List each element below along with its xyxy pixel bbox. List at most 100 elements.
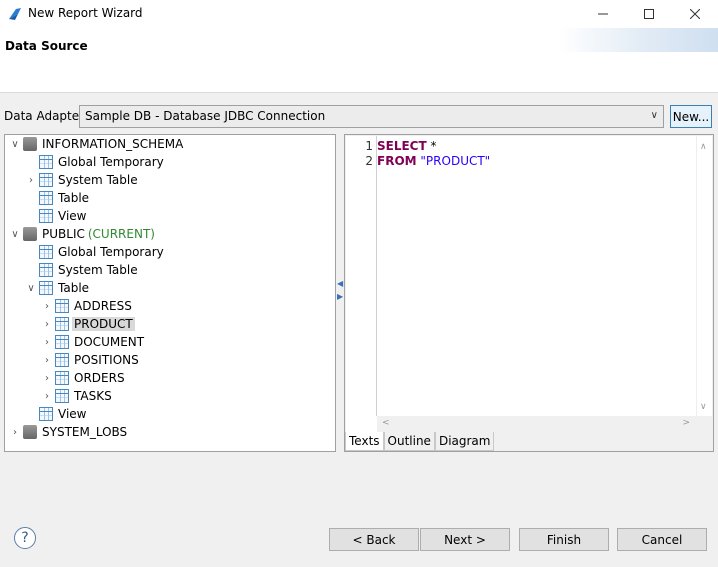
table-icon [55, 335, 69, 349]
tree-item-label: System Table [58, 263, 138, 277]
tree-item-label: System Table [58, 173, 138, 187]
minimize-icon [598, 13, 608, 15]
chevron-down-icon[interactable]: ∨ [9, 229, 21, 240]
tree-item-label: View [58, 209, 87, 223]
code-line: FROM "PRODUCT" [377, 154, 490, 168]
collapse-right-icon[interactable]: ▶ [337, 292, 343, 301]
tab-texts[interactable]: Texts [345, 432, 384, 451]
tree-item-label: INFORMATION_SCHEMA [42, 137, 184, 151]
tree-item[interactable]: View [25, 207, 88, 225]
tree-item-information-schema[interactable]: ∨ INFORMATION_SCHEMA [9, 135, 185, 153]
chevron-right-icon[interactable]: › [25, 175, 37, 186]
chevron-right-icon[interactable]: › [41, 337, 53, 348]
tree-item-label: View [58, 407, 87, 421]
table-row[interactable]: › TASKS [41, 387, 114, 405]
table-icon [39, 155, 53, 169]
close-button[interactable] [672, 0, 718, 28]
title-bar: New Report Wizard [0, 0, 718, 28]
maximize-button[interactable] [626, 0, 672, 28]
tree-item[interactable]: Global Temporary [25, 243, 166, 261]
tree-item-table[interactable]: ∨ Table [25, 279, 91, 297]
data-adapter-select[interactable]: Sample DB - Database JDBC Connection ∨ [79, 105, 664, 128]
tree-item-system-lobs[interactable]: › SYSTEM_LOBS [9, 423, 129, 441]
tree-item[interactable]: View [25, 405, 88, 423]
table-icon [39, 407, 53, 421]
vertical-scrollbar[interactable]: ∧ ∨ [696, 136, 712, 416]
table-row[interactable]: › DOCUMENT [41, 333, 146, 351]
scroll-left-icon[interactable]: < [382, 418, 390, 428]
tree-item[interactable]: System Table [25, 261, 140, 279]
tree-item-label: POSITIONS [74, 353, 139, 367]
table-icon [39, 263, 53, 277]
sql-text: * [426, 139, 437, 153]
sql-keyword: SELECT [377, 139, 427, 153]
collapse-left-icon[interactable]: ◀ [337, 279, 343, 288]
scroll-up-icon[interactable]: ∧ [700, 142, 707, 152]
table-icon [39, 245, 53, 259]
chevron-right-icon[interactable]: › [41, 355, 53, 366]
window-title: New Report Wizard [28, 6, 143, 20]
minimize-button[interactable] [580, 0, 626, 28]
tab-outline[interactable]: Outline [383, 432, 435, 451]
back-button[interactable]: < Back [329, 528, 419, 551]
tree-item[interactable]: Global Temporary [25, 153, 166, 171]
page-title: Data Source [5, 39, 88, 53]
tree-item-label: ORDERS [74, 371, 125, 385]
tree-item-label: Global Temporary [58, 245, 164, 259]
chevron-down-icon: ∨ [650, 110, 658, 121]
data-adapter-value: Sample DB - Database JDBC Connection [85, 109, 326, 123]
chevron-right-icon[interactable]: › [41, 391, 53, 402]
chevron-right-icon[interactable]: › [41, 373, 53, 384]
table-row[interactable]: › ORDERS [41, 369, 127, 387]
query-editor[interactable]: 1 2 SELECT * FROM "PRODUCT" ∧ ∨ < > [346, 136, 712, 432]
finish-button[interactable]: Finish [519, 528, 609, 551]
tree-item-label: Global Temporary [58, 155, 164, 169]
table-icon [39, 173, 53, 187]
table-icon [39, 209, 53, 223]
scroll-right-icon[interactable]: > [682, 418, 690, 428]
database-icon [23, 425, 37, 439]
tree-item-public[interactable]: ∨ PUBLIC (CURRENT) [9, 225, 157, 243]
tree-item-label: PUBLIC (CURRENT) [42, 227, 155, 241]
chevron-right-icon[interactable]: › [41, 301, 53, 312]
table-row[interactable]: › POSITIONS [41, 351, 141, 369]
tree-item[interactable]: Table [25, 189, 91, 207]
table-row[interactable]: › ADDRESS [41, 297, 134, 315]
chevron-right-icon[interactable]: › [9, 427, 21, 438]
tree-item[interactable]: › System Table [25, 171, 140, 189]
sql-keyword: FROM [377, 154, 417, 168]
schema-tree[interactable]: ∨ INFORMATION_SCHEMA Global Temporary › … [4, 134, 336, 452]
wizard-header: Data Source [0, 28, 718, 93]
tab-diagram[interactable]: Diagram [434, 432, 495, 451]
tree-item-label-selected: PRODUCT [72, 317, 135, 331]
table-row[interactable]: › PRODUCT [41, 315, 135, 333]
jaspersoft-app-icon [9, 8, 21, 20]
line-number: 2 [365, 154, 373, 168]
table-icon [39, 191, 53, 205]
table-icon [39, 281, 53, 295]
scroll-down-icon[interactable]: ∨ [700, 402, 707, 412]
table-icon [55, 389, 69, 403]
table-icon [55, 353, 69, 367]
new-adapter-button[interactable]: New... [670, 105, 712, 128]
database-icon [23, 227, 37, 241]
tree-item-label: TASKS [74, 389, 112, 403]
tree-item-label: Table [58, 281, 90, 295]
tree-item-label: SYSTEM_LOBS [42, 425, 128, 439]
next-button[interactable]: Next > [420, 528, 510, 551]
cancel-button[interactable]: Cancel [617, 528, 707, 551]
query-editor-panel: 1 2 SELECT * FROM "PRODUCT" ∧ ∨ < > Text… [344, 134, 714, 452]
line-number: 1 [365, 139, 373, 153]
chevron-right-icon[interactable]: › [41, 319, 53, 330]
help-icon[interactable]: ? [14, 527, 36, 549]
horizontal-scrollbar[interactable]: < > [377, 416, 712, 432]
chevron-down-icon[interactable]: ∨ [25, 283, 37, 294]
chevron-down-icon[interactable]: ∨ [9, 139, 21, 150]
database-icon [23, 137, 37, 151]
table-icon [55, 317, 69, 331]
header-banner [558, 28, 718, 52]
code-line: SELECT * [377, 139, 437, 153]
line-number-gutter: 1 2 [346, 136, 377, 416]
editor-tabs: Texts Outline Diagram [345, 432, 495, 451]
panel-splitter[interactable]: ◀ ▶ [336, 134, 344, 452]
